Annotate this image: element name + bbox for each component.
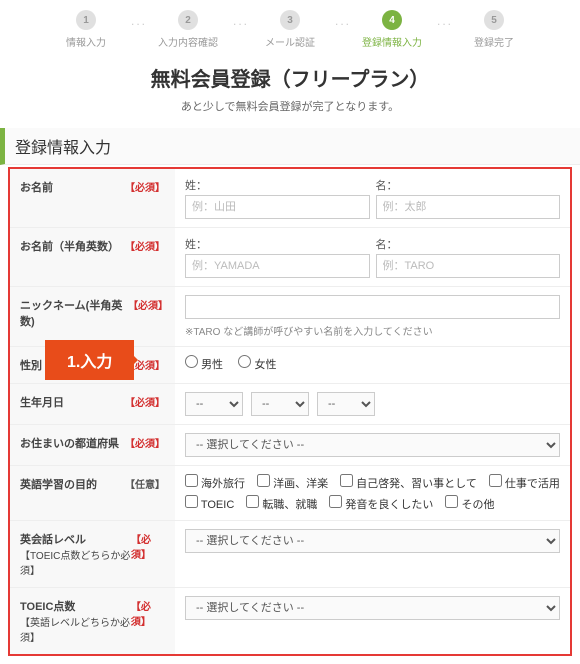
input-sei-en[interactable] [185, 254, 370, 278]
step-5: 5 登録完了 [459, 10, 529, 49]
step-3: 3 メール認証 [255, 10, 325, 49]
label-toeic: TOEIC点数 [20, 601, 75, 613]
check-option[interactable]: 仕事で活用 [489, 474, 560, 491]
input-mei-en[interactable] [376, 254, 561, 278]
form-container: 1.入力 お名前 【必須】 姓： 名： お名前（半角英数）【必須】 姓： 名： ニ… [8, 167, 572, 656]
step-4: 4 登録情報入力 [357, 10, 427, 49]
step-label: 入力内容確認 [158, 34, 218, 49]
row-name: お名前 【必須】 姓： 名： [10, 169, 570, 228]
label-name: お名前 [20, 179, 53, 195]
tag-optional: 【任意】 [125, 476, 165, 491]
section-header: 登録情報入力 [0, 128, 580, 165]
checkbox[interactable] [246, 495, 259, 508]
row-prefecture: お住まいの都道府県【必須】 -- 選択してください -- [10, 425, 570, 466]
check-option[interactable]: 転職、就職 [246, 495, 317, 512]
step-label: 情報入力 [66, 34, 106, 49]
checkbox[interactable] [257, 474, 270, 487]
label-purpose: 英語学習の目的 [20, 476, 97, 492]
input-nickname[interactable] [185, 295, 560, 319]
input-sei[interactable] [185, 195, 370, 219]
select-prefecture[interactable]: -- 選択してください -- [185, 433, 560, 457]
check-option[interactable]: 自己啓発、習い事として [340, 474, 477, 491]
select-conv-level[interactable]: -- 選択してください -- [185, 529, 560, 553]
radio-female-label[interactable]: 女性 [238, 359, 276, 371]
step-circle: 5 [484, 10, 504, 30]
select-day[interactable]: -- [317, 392, 375, 416]
step-circle: 2 [178, 10, 198, 30]
row-name-en: お名前（半角英数）【必須】 姓： 名： [10, 228, 570, 287]
row-nickname: ニックネーム(半角英数)【必須】 ※TARO など講師が呼びやすい名前を入力して… [10, 287, 570, 347]
label-sei: 姓： [185, 177, 370, 193]
step-label: メール認証 [265, 34, 315, 49]
check-option[interactable]: 発音を良くしたい [329, 495, 433, 512]
select-year[interactable]: -- [185, 392, 243, 416]
checkbox[interactable] [489, 474, 502, 487]
row-purpose: 英語学習の目的 【任意】 海外旅行 洋画、洋楽 自己啓発、習い事として 仕事で活用… [10, 466, 570, 521]
check-option[interactable]: 洋画、洋楽 [257, 474, 328, 491]
step-circle: 1 [76, 10, 96, 30]
label-name-en: お名前（半角英数） [20, 238, 119, 254]
label-birthday: 生年月日 [20, 394, 64, 410]
checkbox[interactable] [185, 474, 198, 487]
step-label: 登録完了 [474, 34, 514, 49]
checkbox[interactable] [445, 495, 458, 508]
label-prefecture: お住まいの都道府県 [20, 435, 119, 451]
input-mei[interactable] [376, 195, 561, 219]
row-conv-level: 英会話レベル【TOEIC点数どちらか必須】【必須】 -- 選択してください -- [10, 521, 570, 588]
radio-male-label[interactable]: 男性 [185, 359, 223, 371]
radio-male[interactable] [185, 355, 198, 368]
checkbox[interactable] [185, 495, 198, 508]
step-2: 2 入力内容確認 [153, 10, 223, 49]
hint-nickname: ※TARO など講師が呼びやすい名前を入力してください [185, 323, 560, 338]
step-circle: 4 [382, 10, 402, 30]
step-circle: 3 [280, 10, 300, 30]
label-nickname: ニックネーム(半角英数) [20, 297, 128, 329]
step-1: 1 情報入力 [51, 10, 121, 49]
label-gender: 性別 [20, 357, 42, 373]
select-toeic[interactable]: -- 選択してください -- [185, 596, 560, 620]
callout-input: 1.入力 [45, 340, 134, 380]
purpose-checks: 海外旅行 洋画、洋楽 自己啓発、習い事として 仕事で活用 TOEIC 転職、就職… [185, 474, 560, 512]
row-toeic: TOEIC点数【英語レベルどちらか必須】【必須】 -- 選択してください -- [10, 588, 570, 654]
label-mei: 名： [376, 177, 561, 193]
progress-bar: 1 情報入力 2 入力内容確認 3 メール認証 4 登録情報入力 5 登録完了 [0, 0, 580, 55]
label-conv-level: 英会話レベル [20, 534, 86, 546]
check-option[interactable]: TOEIC [185, 495, 234, 512]
page-title: 無料会員登録（フリープラン） [0, 63, 580, 92]
radio-female[interactable] [238, 355, 251, 368]
subtitle: あと少しで無料会員登録が完了となります。 [0, 98, 580, 114]
checkbox[interactable] [340, 474, 353, 487]
step-label: 登録情報入力 [362, 34, 422, 49]
check-option[interactable]: その他 [445, 495, 494, 512]
select-month[interactable]: -- [251, 392, 309, 416]
checkbox[interactable] [329, 495, 342, 508]
row-birthday: 生年月日【必須】 -- -- -- [10, 384, 570, 425]
check-option[interactable]: 海外旅行 [185, 474, 245, 491]
tag-required: 【必須】 [125, 179, 165, 194]
